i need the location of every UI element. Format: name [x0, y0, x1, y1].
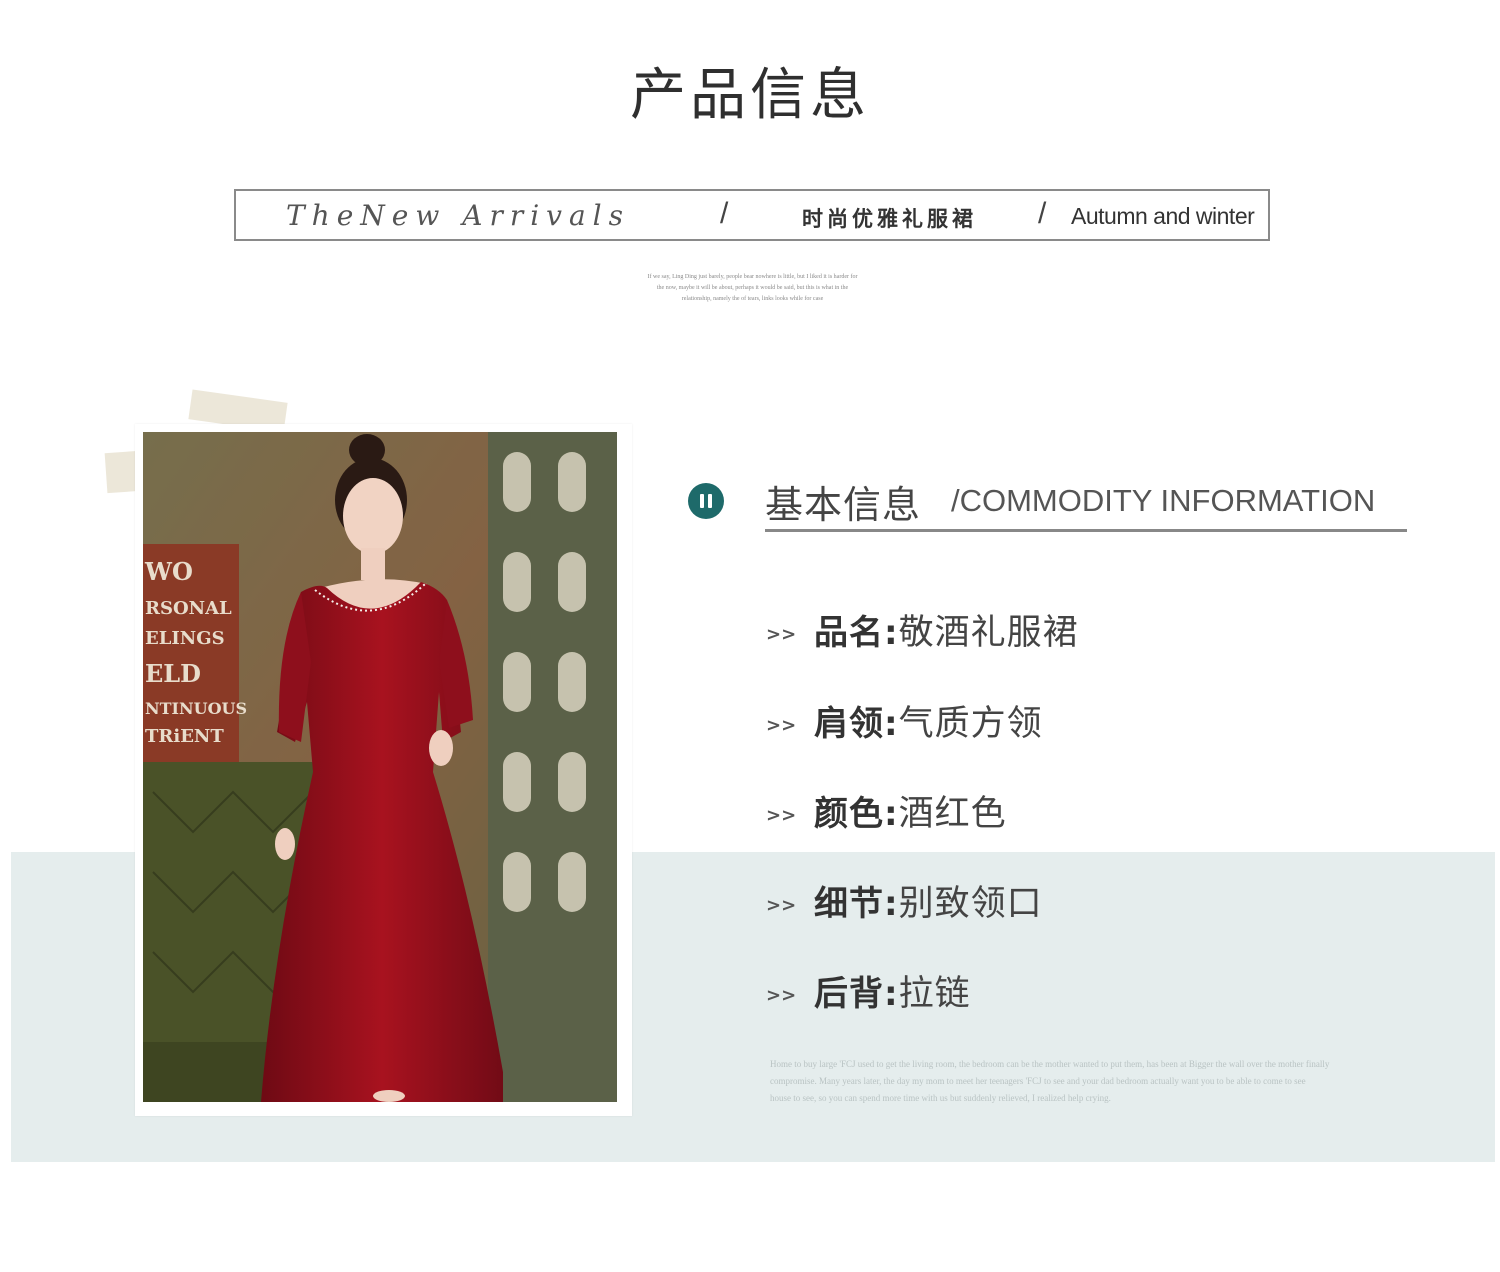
- info-label: 品名:: [814, 612, 899, 653]
- double-arrow-icon: >>: [766, 894, 797, 916]
- info-value: 敬酒礼服裙: [898, 612, 1079, 653]
- info-label: 肩领:: [814, 703, 899, 744]
- info-label: 细节:: [814, 883, 899, 924]
- info-value: 酒红色: [898, 793, 1007, 834]
- decorative-footnote: Home to buy large 'FCJ used to get the l…: [770, 1056, 1450, 1107]
- page-title: 产品信息: [630, 63, 870, 128]
- info-label: 颜色:: [814, 793, 899, 834]
- footnote-line: compromise. Many years later, the day my…: [770, 1076, 1306, 1086]
- separator-slash: /: [720, 197, 729, 230]
- sign-line: RSONAL: [145, 598, 232, 619]
- product-photo: WO RSONAL ELINGS ELD NTINUOUS TRiENT: [143, 432, 617, 1102]
- info-value: 拉链: [898, 973, 971, 1014]
- caption-line: relationship, namely the of tears, links…: [681, 296, 824, 302]
- info-value: 气质方领: [898, 703, 1043, 744]
- sign-line: WO: [144, 557, 193, 586]
- info-row-details: >> 细节: 别致领口: [766, 875, 1043, 925]
- new-arrivals-script-text: TheNew Arrivals: [286, 199, 630, 232]
- commodity-information-header: 基本信息 /COMMODITY INFORMATION: [688, 474, 1408, 534]
- season-text: Autumn and winter: [1071, 203, 1255, 229]
- info-row-neckline: >> 肩领: 气质方领: [766, 695, 1043, 745]
- info-label: 后背:: [814, 973, 899, 1014]
- sign-line: ELD: [145, 659, 201, 688]
- double-arrow-icon: >>: [766, 984, 797, 1006]
- section-title-en: /COMMODITY INFORMATION: [951, 483, 1376, 518]
- pause-badge-icon: [688, 483, 724, 519]
- separator-slash: /: [1038, 197, 1047, 230]
- new-arrivals-banner: TheNew Arrivals / 时尚优雅礼服裙 / Autumn and w…: [234, 189, 1270, 241]
- info-row-product-name: >> 品名: 敬酒礼服裙: [766, 604, 1079, 654]
- double-arrow-icon: >>: [766, 623, 797, 645]
- fashion-elegant-dress-text: 时尚优雅礼服裙: [802, 207, 977, 231]
- section-title-cn: 基本信息: [765, 483, 922, 527]
- sign-line: NTINUOUS: [145, 699, 247, 718]
- sign-line: TRiENT: [145, 726, 224, 747]
- caption-line: If we say, Ling Ding just barely, people…: [647, 274, 858, 280]
- section-divider: [765, 529, 1407, 532]
- sign-line: ELINGS: [145, 628, 225, 649]
- info-row-back: >> 后背: 拉链: [766, 965, 971, 1015]
- footnote-line: house to see, so you can spend more time…: [770, 1093, 1111, 1103]
- caption-line: the now, maybe it will be about, perhaps…: [656, 285, 849, 291]
- decorative-caption: If we say, Ling Ding just barely, people…: [615, 272, 890, 305]
- double-arrow-icon: >>: [766, 714, 797, 736]
- product-photo-frame: WO RSONAL ELINGS ELD NTINUOUS TRiENT: [135, 424, 632, 1116]
- info-value: 别致领口: [898, 883, 1043, 924]
- double-arrow-icon: >>: [766, 804, 797, 826]
- footnote-line: Home to buy large 'FCJ used to get the l…: [770, 1059, 1330, 1069]
- info-row-color: >> 颜色: 酒红色: [766, 785, 1007, 835]
